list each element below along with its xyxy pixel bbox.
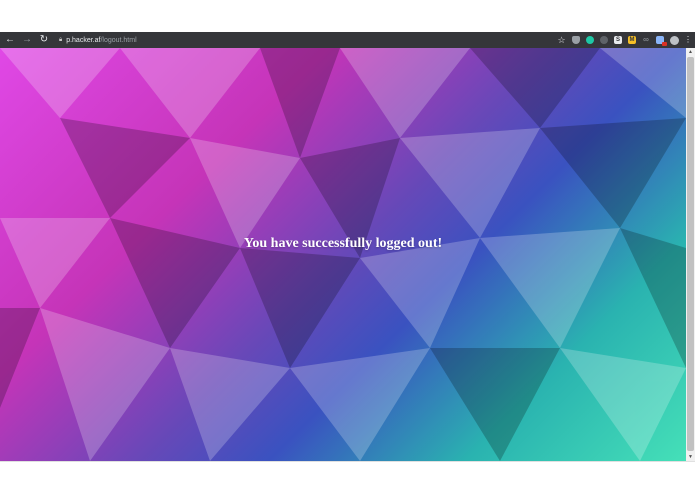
puzzle-extension-icon[interactable]	[656, 36, 667, 46]
m-extension-icon[interactable]: M	[628, 36, 636, 44]
profile-avatar[interactable]	[670, 35, 679, 45]
poly-shard	[0, 308, 40, 408]
teal-circle-icon[interactable]	[586, 36, 594, 44]
poly-shard	[290, 348, 430, 461]
url-host: p.hacker.af	[66, 36, 101, 44]
address-bar[interactable]: 🔒︎ p.hacker.af/logout.html	[59, 34, 551, 46]
lock-icon: 🔒︎	[59, 36, 63, 43]
scroll-down-arrow-icon[interactable]: ▼	[686, 453, 695, 461]
window-top-area	[0, 0, 695, 32]
poly-shard	[40, 308, 170, 461]
s-extension-icon[interactable]: S	[614, 36, 622, 44]
reload-button[interactable]: ↻	[37, 33, 51, 47]
window-bottom-area	[0, 461, 695, 495]
logout-message: You have successfully logged out!	[243, 236, 443, 251]
shield-icon[interactable]	[572, 36, 580, 44]
poly-shard	[120, 48, 260, 138]
forward-button[interactable]: →	[20, 33, 34, 47]
poly-shard	[540, 118, 686, 228]
low-poly-background	[0, 48, 686, 461]
page-viewport: You have successfully logged out!	[0, 48, 686, 461]
poly-shard	[240, 248, 360, 368]
poly-shard	[560, 348, 686, 461]
poly-shard	[260, 48, 340, 158]
vertical-scrollbar[interactable]: ▲ ▼	[686, 48, 695, 461]
poly-shard	[0, 48, 120, 118]
poly-shard	[600, 48, 686, 118]
browser-menu-icon[interactable]: ⋮	[684, 36, 692, 44]
s-extension-letter: S	[615, 37, 620, 43]
scroll-up-arrow-icon[interactable]: ▲	[686, 48, 695, 56]
back-button[interactable]: ←	[3, 33, 17, 47]
poly-shard	[60, 118, 190, 218]
reload-icon: ↻	[39, 34, 49, 45]
scrollbar-thumb[interactable]	[687, 57, 694, 451]
poly-shard	[190, 138, 300, 248]
bookmark-star-icon[interactable]: ☆	[557, 35, 566, 44]
poly-shard	[170, 348, 290, 461]
poly-shard	[470, 48, 600, 128]
poly-shard	[400, 128, 540, 238]
poly-shard	[360, 238, 480, 348]
url-path: /logout.html	[100, 36, 137, 44]
m-extension-letter: M	[629, 37, 635, 43]
arrow-right-icon: →	[22, 34, 32, 45]
poly-shard	[0, 218, 110, 308]
extension-badge	[662, 42, 667, 46]
extensions-area: ☆ S M ∞ ⋮	[551, 35, 692, 46]
poly-shard	[340, 48, 470, 138]
grey-circle-icon[interactable]	[600, 36, 608, 44]
browser-toolbar: ← → ↻ 🔒︎ p.hacker.af/logout.html ☆ S M ∞…	[0, 32, 695, 48]
arrow-left-icon: ←	[5, 34, 15, 45]
poly-shard	[430, 348, 560, 461]
link-icon[interactable]: ∞	[642, 36, 650, 44]
